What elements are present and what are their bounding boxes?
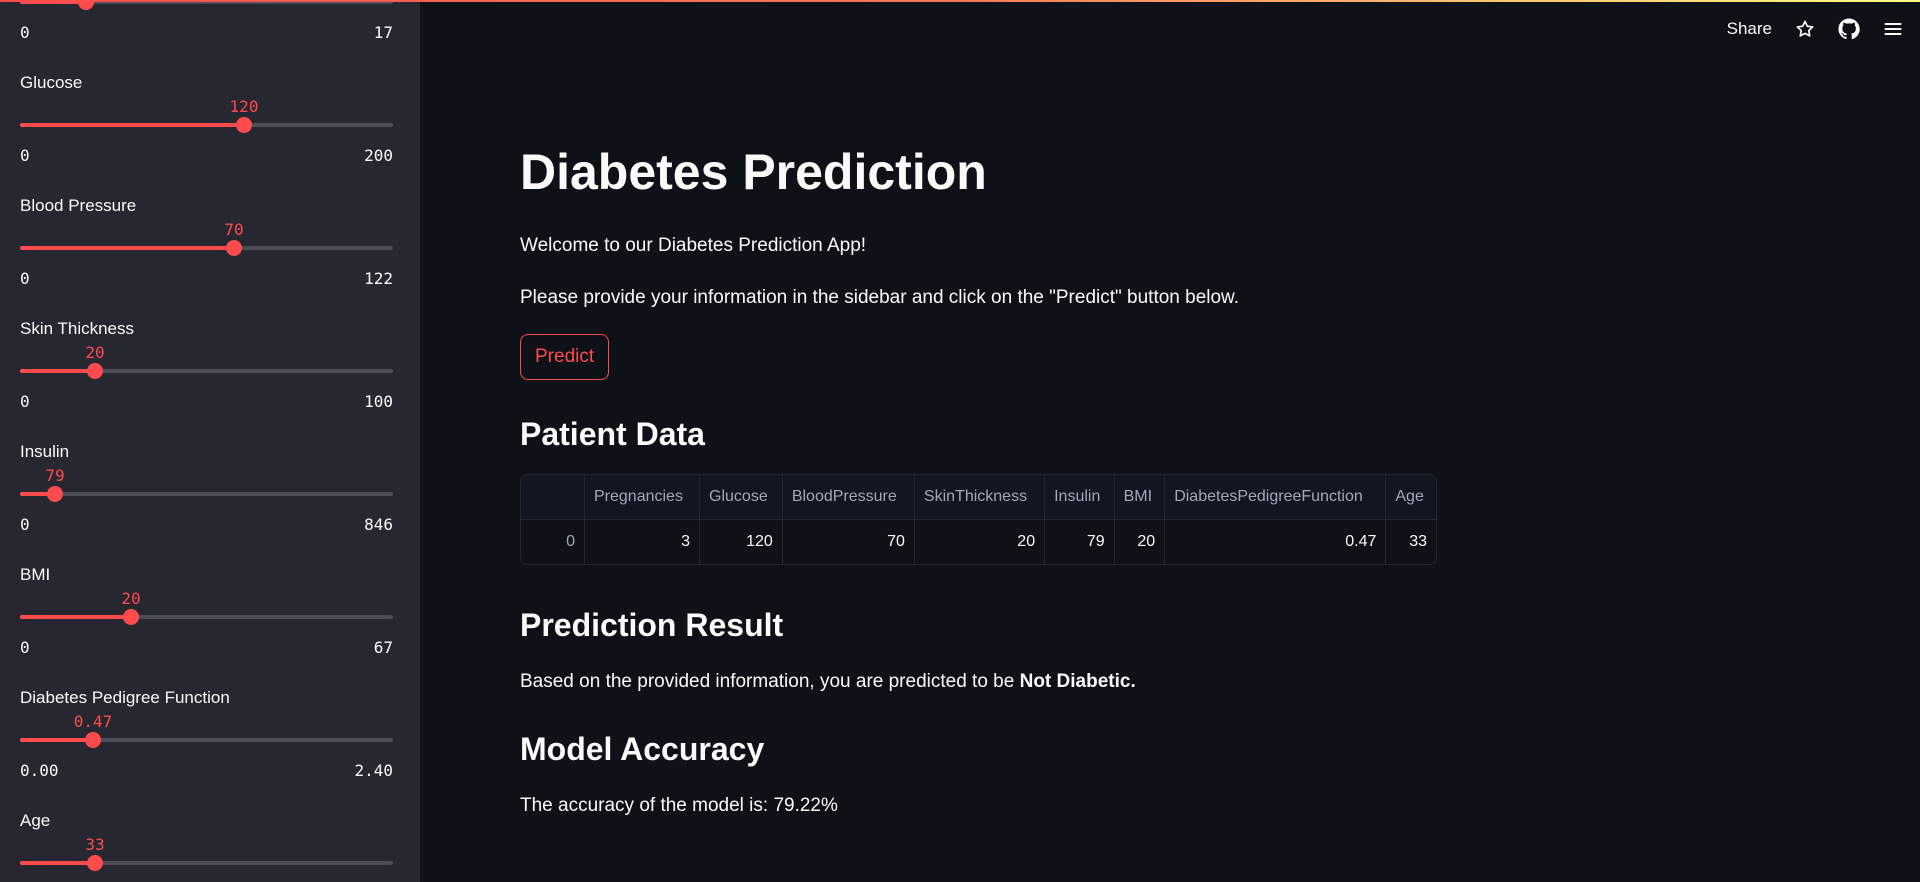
slider-fill	[20, 861, 95, 865]
slider-track[interactable]	[20, 240, 393, 256]
slider-max-label: 122	[364, 269, 393, 288]
slider-fill	[20, 369, 95, 373]
model-accuracy-text: The accuracy of the model is: 79.22%	[520, 795, 838, 816]
slider-min-label: 0	[20, 23, 30, 42]
slider-thumb[interactable]	[226, 240, 242, 256]
slider-track[interactable]	[20, 363, 393, 379]
table-cell-insulin[interactable]: 79	[1044, 519, 1115, 564]
slider-track[interactable]	[20, 486, 393, 502]
table-cell-bloodpressure[interactable]: 70	[782, 519, 915, 564]
slider-thumb[interactable]	[47, 486, 63, 502]
column-header-bloodpressure[interactable]: BloodPressure	[782, 475, 915, 520]
star-icon[interactable]	[1794, 18, 1816, 40]
slider-label: Insulin	[20, 442, 70, 461]
column-header-bmi[interactable]: BMI	[1114, 475, 1166, 520]
prediction-text: Based on the provided information, you a…	[520, 671, 1020, 692]
slider-track[interactable]	[20, 117, 393, 133]
table-cell-glucose[interactable]: 120	[699, 519, 783, 564]
slider-value: 79	[45, 466, 65, 485]
table-row: 0 3 120 70 20 79 20 0.47 33	[521, 519, 1436, 565]
slider-label: Age	[20, 811, 51, 830]
column-header-pregnancies[interactable]: Pregnancies	[584, 475, 701, 520]
table-cell-diabetespedigreefunction[interactable]: 0.47	[1164, 519, 1387, 564]
slider-label: Diabetes Pedigree Function	[20, 688, 230, 707]
top-decoration-bar	[0, 0, 1920, 2]
menu-icon[interactable]	[1882, 18, 1904, 40]
patient-data-table: Pregnancies Glucose BloodPressure SkinTh…	[520, 474, 1437, 565]
slider-label: Skin Thickness	[20, 319, 135, 338]
slider-thumb[interactable]	[85, 732, 101, 748]
slider-fill	[20, 738, 93, 742]
slider-fill	[20, 246, 234, 250]
welcome-text: Welcome to our Diabetes Prediction App!	[520, 235, 867, 256]
instructions-text: Please provide your information in the s…	[520, 287, 1240, 308]
predict-button[interactable]: Predict	[520, 334, 610, 380]
column-header-insulin[interactable]: Insulin	[1044, 475, 1115, 520]
table-cell-pregnancies[interactable]: 3	[584, 519, 701, 564]
column-header-age[interactable]: Age	[1385, 475, 1436, 520]
column-header-skinthickness[interactable]: SkinThickness	[914, 475, 1046, 520]
table-cell-skinthickness[interactable]: 20	[914, 519, 1046, 564]
header-toolbar: Share	[1727, 18, 1904, 40]
slider-label: Blood Pressure	[20, 196, 137, 215]
share-button[interactable]: Share	[1727, 19, 1772, 39]
page-title: Diabetes Prediction	[520, 144, 987, 200]
table-cell-bmi[interactable]: 20	[1114, 519, 1166, 564]
slider-thumb[interactable]	[87, 855, 103, 871]
slider-min-label: 0.00	[20, 761, 59, 780]
slider-max-label: 200	[364, 146, 393, 165]
slider-thumb[interactable]	[236, 117, 252, 133]
slider-value: 120	[229, 97, 259, 116]
table-cell-index[interactable]: 0	[521, 519, 585, 564]
table-header-row: Pregnancies Glucose BloodPressure SkinTh…	[521, 475, 1436, 520]
slider-thumb[interactable]	[123, 609, 139, 625]
column-header-index[interactable]	[521, 475, 585, 520]
slider-thumb[interactable]	[87, 363, 103, 379]
slider-label: Glucose	[20, 73, 83, 92]
slider-track[interactable]	[20, 732, 393, 748]
slider-max-label: 67	[373, 638, 393, 657]
slider-min-label: 0	[20, 146, 30, 165]
slider-max-label: 846	[364, 515, 393, 534]
table-cell-age[interactable]: 33	[1386, 520, 1436, 565]
slider-max-label: 17	[373, 23, 393, 42]
slider-value: 0.47	[73, 712, 113, 731]
slider-min-label: 0	[20, 269, 30, 288]
prediction-result-text: Based on the provided information, you a…	[520, 671, 1136, 693]
column-header-glucose[interactable]: Glucose	[699, 475, 783, 520]
slider-value: 20	[85, 343, 105, 362]
slider-value: 20	[121, 589, 141, 608]
slider-label: BMI	[20, 565, 51, 584]
slider-min-label: 0	[20, 515, 30, 534]
slider-value: 33	[85, 835, 105, 854]
column-header-diabetespedigreefunction[interactable]: DiabetesPedigreeFunction	[1164, 475, 1387, 520]
sidebar: 0 17 Glucose 120 0 200 Blood Pressure 70 0 122 Ski…	[0, 0, 420, 882]
slider-fill	[20, 615, 131, 619]
slider-track[interactable]	[20, 609, 393, 625]
slider-max-label: 2.40	[354, 761, 393, 780]
slider-min-label: 0	[20, 392, 30, 411]
patient-data-heading: Patient Data	[520, 416, 705, 452]
github-icon[interactable]	[1838, 18, 1860, 40]
slider-value: 70	[224, 220, 244, 239]
model-accuracy-heading: Model Accuracy	[520, 731, 765, 767]
slider-track[interactable]	[20, 855, 393, 871]
slider-fill	[20, 123, 244, 127]
prediction-result-heading: Prediction Result	[520, 607, 784, 643]
prediction-value: Not Diabetic.	[1019, 671, 1136, 692]
slider-min-label: 0	[20, 638, 30, 657]
slider-max-label: 100	[364, 392, 393, 411]
